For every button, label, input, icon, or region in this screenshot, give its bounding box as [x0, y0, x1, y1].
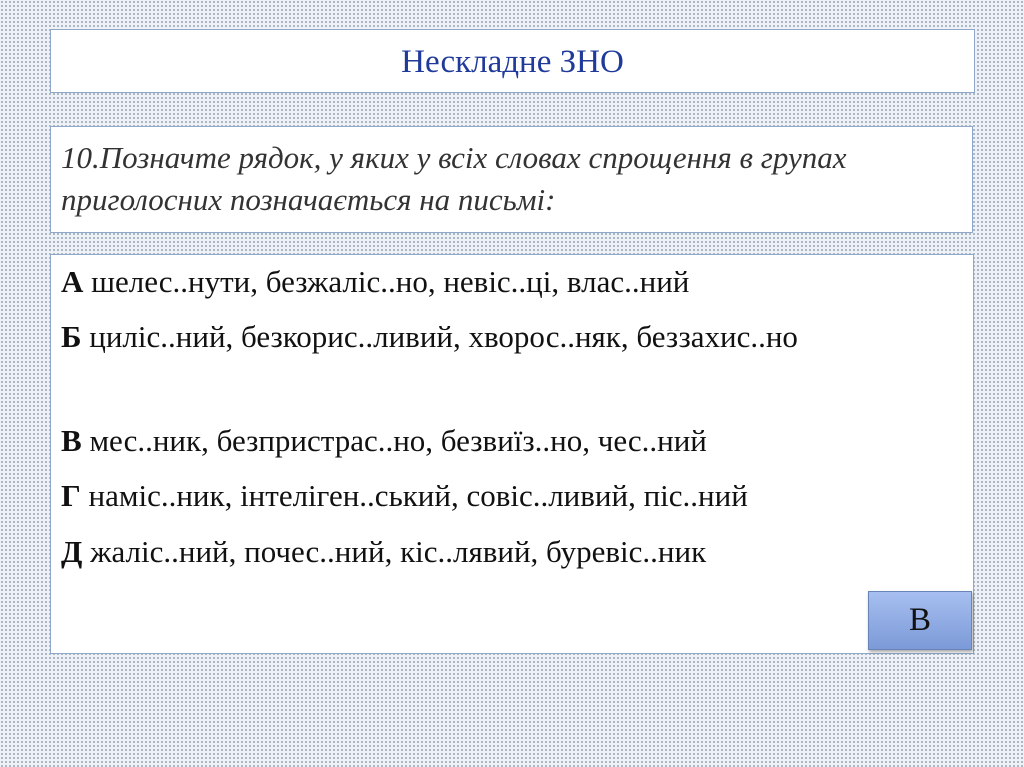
option-d: Г наміс..ник, інтеліген..ський, совіс..л… — [61, 477, 953, 514]
option-text: мес..ник, безпристрас..но, безвиїз..но, … — [89, 423, 707, 458]
option-letter: Д — [61, 534, 83, 569]
answer-button-label: В — [908, 602, 931, 638]
option-letter: Б — [61, 319, 82, 354]
option-a: А шелес..нути, безжаліс..но, невіс..ці, … — [61, 263, 953, 300]
option-text: циліс..ний, безкорис..ливий, хворос..няк… — [89, 319, 798, 354]
slide-title: Нескладне ЗНО — [401, 44, 624, 80]
option-text: шелес..нути, безжаліс..но, невіс..ці, вл… — [91, 264, 690, 299]
option-letter: А — [61, 264, 84, 299]
option-letter: Г — [61, 478, 81, 513]
option-text: жаліс..ний, почес..ний, кіс..лявий, буре… — [90, 534, 707, 569]
question-text: 10.Позначте рядок, у яких у всіх словах … — [61, 140, 847, 217]
option-letter: В — [61, 423, 82, 458]
answers-box: А шелес..нути, безжаліс..но, невіс..ці, … — [50, 254, 974, 654]
question-box: 10.Позначте рядок, у яких у всіх словах … — [50, 126, 973, 233]
option-b: Б циліс..ний, безкорис..ливий, хворос..н… — [61, 318, 953, 355]
answer-button[interactable]: В — [868, 591, 972, 650]
title-box: Нескладне ЗНО — [50, 29, 975, 93]
option-c: В мес..ник, безпристрас..но, безвиїз..но… — [61, 422, 953, 459]
option-text: наміс..ник, інтеліген..ський, совіс..лив… — [88, 478, 748, 513]
option-e: Д жаліс..ний, почес..ний, кіс..лявий, бу… — [61, 533, 953, 570]
